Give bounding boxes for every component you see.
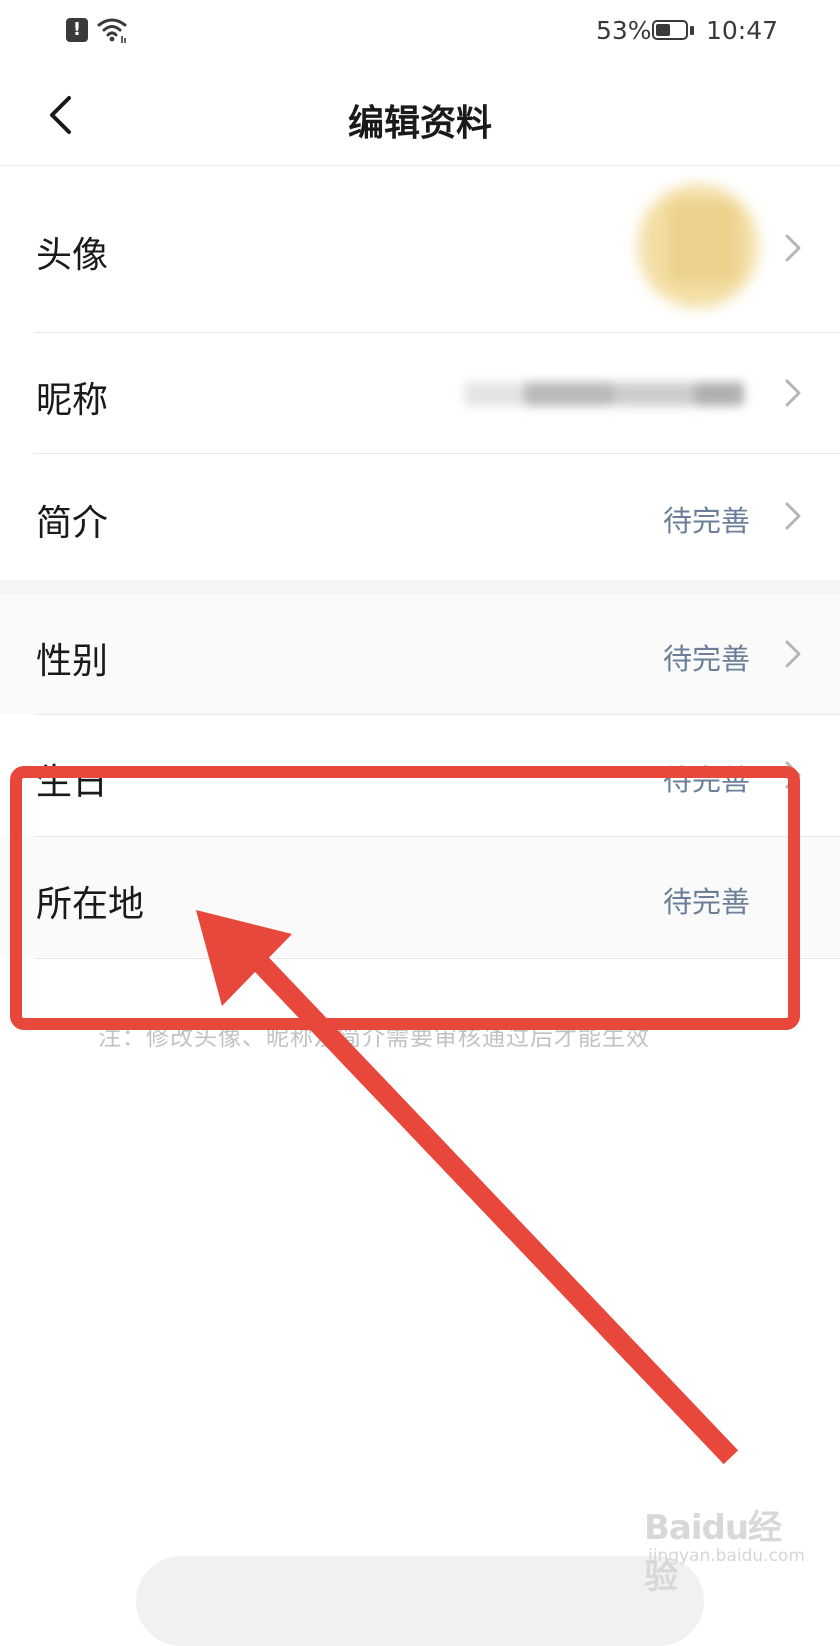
row-label: 简介 bbox=[36, 503, 109, 544]
wifi-icon bbox=[97, 18, 127, 43]
battery-level bbox=[656, 24, 670, 36]
row-value: 待完善 bbox=[662, 504, 750, 538]
divider bbox=[34, 958, 840, 959]
row-label: 性别 bbox=[36, 641, 109, 682]
row-value: 待完善 bbox=[662, 885, 750, 919]
row-label: 生日 bbox=[36, 762, 109, 803]
chevron-right-icon bbox=[785, 761, 801, 789]
page-title: 编辑资料 bbox=[347, 103, 492, 144]
battery-cap bbox=[690, 26, 694, 35]
chevron-right-icon bbox=[785, 640, 801, 668]
row-label: 头像 bbox=[36, 235, 109, 276]
battery-percent: 53% bbox=[596, 16, 652, 45]
row-birthday[interactable]: 生日 待完善 bbox=[0, 715, 840, 835]
clock: 10:47 bbox=[706, 16, 779, 45]
row-label: 所在地 bbox=[36, 884, 145, 925]
chevron-right-icon bbox=[785, 379, 801, 407]
row-label: 昵称 bbox=[36, 380, 109, 421]
row-value: 待完善 bbox=[662, 642, 750, 676]
row-location[interactable]: 所在地 待完善 bbox=[0, 837, 840, 957]
review-note: 注：修改头像、昵称及简介需要审核通过后才能生效 bbox=[98, 1025, 650, 1051]
section-gap bbox=[0, 580, 840, 594]
bottom-button[interactable] bbox=[136, 1556, 704, 1646]
alert-icon: ! bbox=[66, 18, 88, 42]
avatar[interactable] bbox=[638, 184, 758, 308]
nav-bar: 编辑资料 bbox=[0, 64, 840, 166]
row-gender[interactable]: 性别 待完善 bbox=[0, 594, 840, 714]
chevron-right-icon bbox=[785, 502, 801, 530]
row-intro[interactable]: 简介 待完善 bbox=[0, 454, 840, 580]
row-value: 待完善 bbox=[662, 763, 750, 797]
battery-icon bbox=[652, 20, 688, 40]
chevron-right-icon bbox=[785, 234, 801, 262]
nickname-value-blurred bbox=[424, 376, 754, 414]
status-bar: ! 53% 10:47 bbox=[0, 0, 840, 64]
